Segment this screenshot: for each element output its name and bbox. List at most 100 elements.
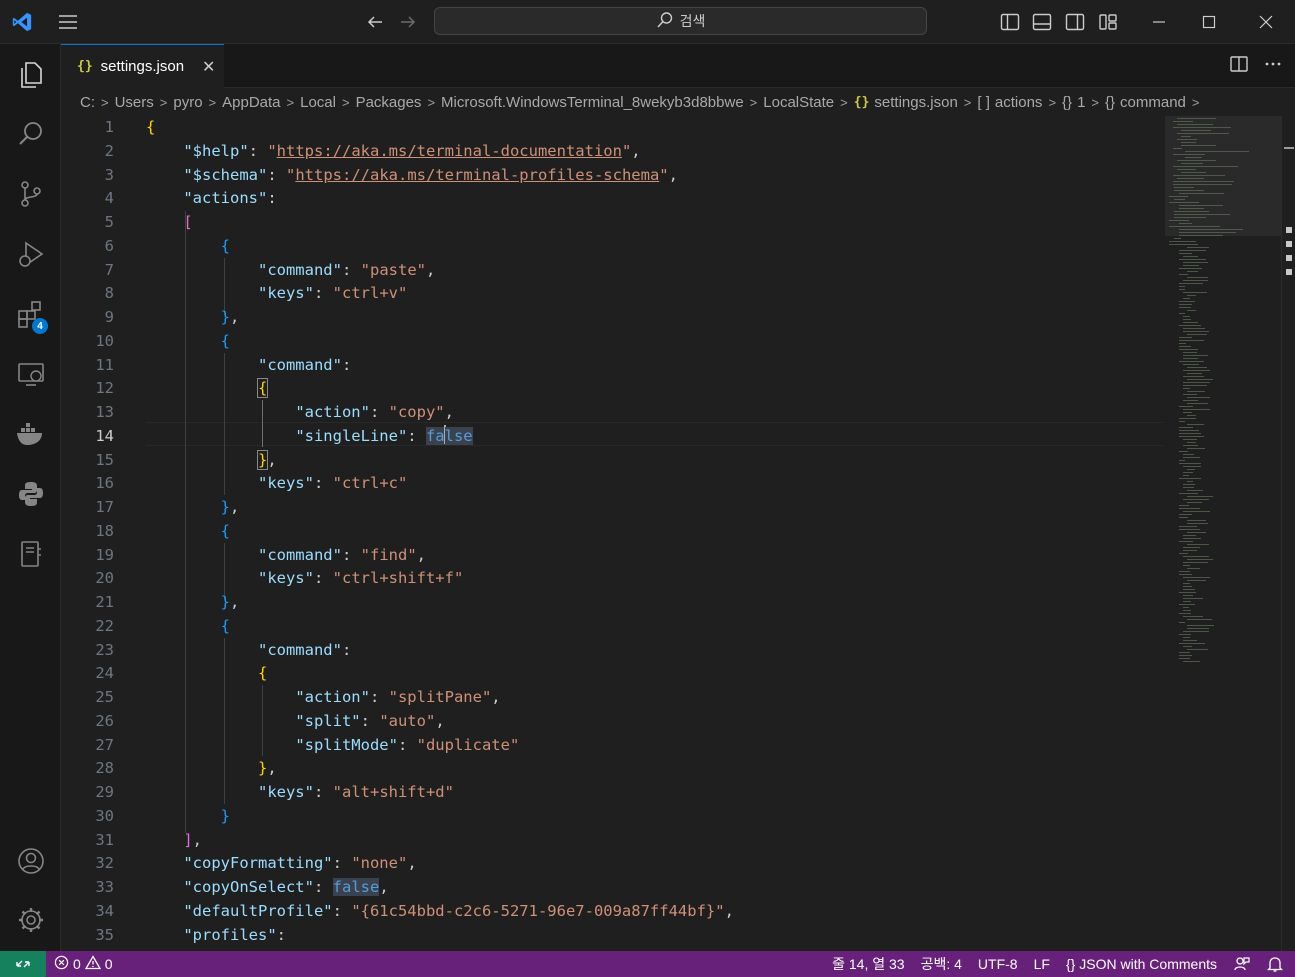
breadcrumb-item-actions[interactable]: [ ] actions (977, 94, 1042, 111)
minimap-line (1187, 295, 1196, 296)
minimap-line (1183, 637, 1190, 638)
breadcrumb-item[interactable]: Packages (356, 94, 422, 111)
command-center-search[interactable]: 검색 (434, 7, 927, 35)
python-icon[interactable] (0, 470, 61, 518)
line-number: 27 (95, 735, 114, 754)
minimap-line (1183, 484, 1195, 485)
breadcrumb-item[interactable]: Users (115, 94, 154, 111)
cursor-position[interactable]: 줄 14, 열 33 (824, 954, 912, 974)
status-bar: 0 0 줄 14, 열 33 공백: 4 UTF-8 LF {} JSON wi… (0, 951, 1295, 977)
tab-settings-json[interactable]: {} settings.json ✕ (61, 44, 224, 88)
breadcrumb-item[interactable]: AppData (222, 94, 280, 111)
split-editor-icon[interactable] (1229, 54, 1249, 79)
docker-icon[interactable] (0, 410, 61, 458)
minimap-line (1183, 538, 1201, 539)
minimap-line (1187, 649, 1208, 650)
language-mode[interactable]: {} JSON with Comments (1058, 956, 1225, 972)
code-editor[interactable]: 1{ 2 "$help": "https://aka.ms/terminal-d… (61, 116, 1295, 951)
more-actions-icon[interactable] (1263, 54, 1283, 79)
minimap-line (1179, 433, 1201, 434)
breadcrumb-item[interactable]: Local (300, 94, 336, 111)
toggle-primary-sidebar-icon[interactable] (998, 10, 1022, 34)
minimap-line (1183, 385, 1207, 386)
minimap-line (1169, 226, 1220, 227)
minimap-line (1187, 568, 1200, 569)
chevron-right-icon: > (341, 94, 350, 110)
minimap-line (1181, 172, 1206, 173)
minimap-line (1187, 367, 1207, 368)
schema-url-link[interactable]: https://aka.ms/terminal-profiles-schema (295, 166, 659, 184)
search-view-icon[interactable] (0, 110, 61, 158)
line-number: 1 (104, 118, 114, 136)
back-arrow-icon[interactable] (363, 10, 387, 34)
minimap-slider[interactable] (1165, 116, 1281, 236)
toggle-panel-icon[interactable] (1030, 10, 1054, 34)
minimap-line (1177, 124, 1213, 125)
minimap-line (1173, 148, 1182, 149)
close-icon[interactable] (1254, 10, 1278, 34)
encoding-status[interactable]: UTF-8 (970, 956, 1026, 972)
notebook-icon[interactable] (0, 530, 61, 578)
breadcrumb-item-command[interactable]: {} command (1105, 94, 1186, 111)
activity-bar: 4 (0, 44, 61, 951)
minimap-line (1181, 145, 1216, 146)
indentation-status[interactable]: 공백: 4 (913, 954, 970, 974)
minimap-line (1183, 607, 1189, 608)
explorer-icon[interactable] (0, 50, 61, 98)
title-bar: 검색 (0, 0, 1295, 44)
editor-tabs-bar: {} settings.json ✕ (61, 44, 1295, 88)
minimap-line (1183, 589, 1195, 590)
forward-arrow-icon[interactable] (396, 10, 420, 34)
minimap-line (1183, 364, 1199, 365)
remote-icon (16, 960, 30, 968)
remote-explorer-icon[interactable] (0, 350, 61, 398)
breadcrumb-item[interactable]: Microsoft.WindowsTerminal_8wekyb3d8bbwe (441, 94, 744, 111)
minimap-line (1179, 658, 1190, 659)
breadcrumb-item[interactable]: pyro (173, 94, 202, 111)
source-control-icon[interactable] (0, 170, 61, 218)
line-number: 4 (104, 189, 114, 208)
minimap-line (1177, 169, 1196, 170)
eol-status[interactable]: LF (1026, 956, 1058, 972)
notifications-bell-icon[interactable] (1259, 955, 1295, 973)
minimap-line (1187, 580, 1206, 581)
minimap-line (1179, 613, 1191, 614)
run-debug-icon[interactable] (0, 230, 61, 278)
minimap-line (1183, 466, 1201, 467)
line-number: 25 (95, 688, 114, 706)
vertical-scrollbar[interactable] (1281, 116, 1295, 951)
minimap-line (1183, 562, 1208, 563)
minimap-line (1169, 220, 1189, 221)
breadcrumb-item-file[interactable]: {} settings.json (854, 94, 958, 111)
help-url-link[interactable]: https://aka.ms/terminal-documentation (277, 142, 622, 160)
maximize-icon[interactable] (1197, 10, 1221, 34)
feedback-icon[interactable] (1225, 955, 1259, 973)
breadcrumb-file-label: settings.json (874, 93, 958, 111)
breadcrumb-item[interactable]: LocalState (763, 94, 834, 111)
account-icon[interactable] (0, 837, 61, 885)
settings-gear-icon[interactable] (0, 896, 61, 944)
minimap-line (1187, 334, 1207, 335)
minimap-line (1183, 475, 1189, 476)
menu-icon[interactable] (56, 10, 80, 34)
breadcrumb-item-index[interactable]: {} 1 (1062, 94, 1085, 111)
minimap-line (1173, 175, 1225, 176)
minimap[interactable] (1165, 116, 1281, 951)
line-number: 33 (95, 878, 114, 896)
customize-layout-icon[interactable] (1096, 10, 1120, 34)
line-number: 21 (95, 593, 114, 611)
minimap-line (1179, 421, 1185, 422)
toggle-secondary-sidebar-icon[interactable] (1063, 10, 1087, 34)
minimize-icon[interactable] (1147, 10, 1171, 34)
minimap-line (1183, 280, 1208, 281)
breadcrumb-item[interactable]: C: (80, 94, 95, 111)
minimap-line (1183, 256, 1198, 257)
minimap-line (1179, 541, 1193, 542)
tab-close-icon[interactable]: ✕ (202, 57, 215, 77)
code-line: 28 }, (61, 757, 1171, 781)
problems-indicator[interactable]: 0 0 (46, 955, 121, 973)
remote-indicator[interactable] (0, 951, 46, 977)
extensions-icon[interactable]: 4 (0, 290, 61, 338)
minimap-line (1183, 556, 1209, 557)
line-number: 12 (95, 379, 114, 398)
